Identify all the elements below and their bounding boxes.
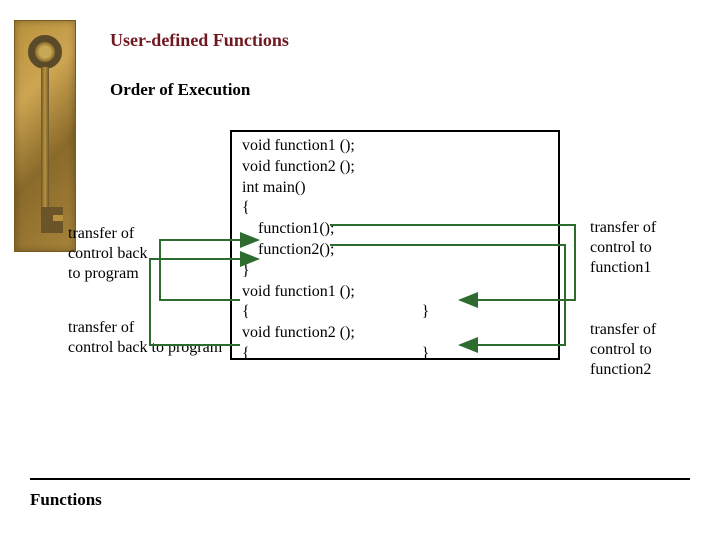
key-shaft-shape <box>41 67 49 217</box>
label-transfer-to-1: transfer of control to function1 <box>590 218 656 278</box>
code-listing: void function1 (); void function2 (); in… <box>230 130 560 360</box>
page-title: User-defined Functions <box>110 30 289 51</box>
key-bow-shape <box>28 35 62 69</box>
key-bit-shape <box>41 207 63 233</box>
label-transfer-back-1: transfer of control back to program <box>68 224 148 284</box>
section-heading: Order of Execution <box>110 80 250 100</box>
label-transfer-back-2: transfer of control back to program <box>68 318 222 358</box>
footer-divider <box>30 478 690 480</box>
label-transfer-to-2: transfer of control to function2 <box>590 320 656 380</box>
key-background-image <box>14 20 76 252</box>
footer-title: Functions <box>30 490 102 510</box>
